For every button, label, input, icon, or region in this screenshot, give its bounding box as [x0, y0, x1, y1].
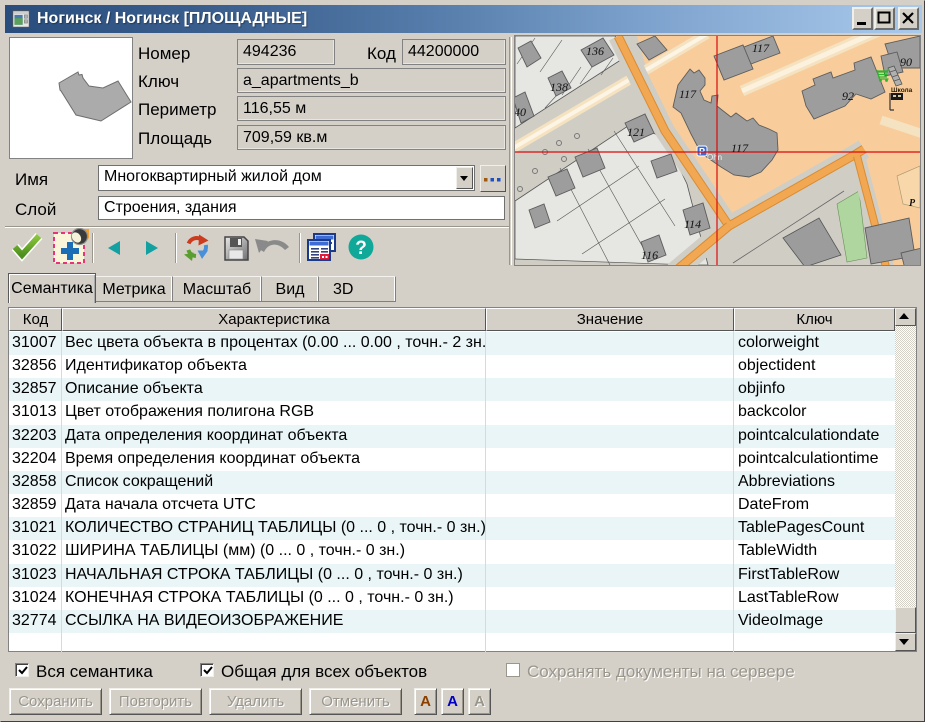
- svg-text:40: 40: [515, 105, 526, 119]
- svg-text:117: 117: [752, 41, 770, 55]
- svg-text:121: 121: [627, 125, 645, 139]
- svg-text:138: 138: [550, 80, 568, 94]
- svg-text:117: 117: [731, 141, 749, 155]
- svg-text:116: 116: [641, 248, 658, 262]
- svg-text:114: 114: [684, 217, 701, 231]
- svg-text:?: ?: [355, 238, 367, 259]
- svg-text:90: 90: [900, 55, 912, 69]
- svg-text:Ohn: Ohn: [707, 153, 722, 162]
- svg-text:92: 92: [842, 89, 854, 103]
- svg-text:Школа: Школа: [891, 87, 913, 94]
- svg-text:P: P: [909, 198, 916, 209]
- svg-text:136: 136: [586, 44, 604, 58]
- svg-text:117: 117: [679, 87, 697, 101]
